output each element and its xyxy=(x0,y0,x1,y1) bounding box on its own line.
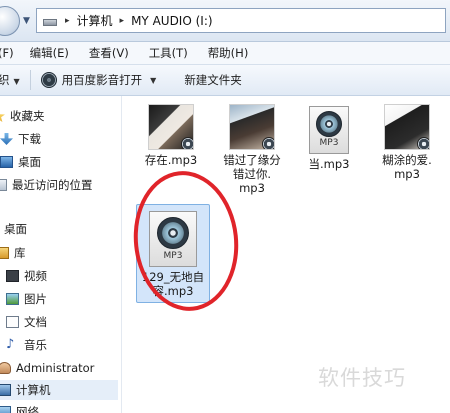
file-item[interactable]: 糊涂的爱. mp3 xyxy=(372,104,442,181)
album-art-thumbnail xyxy=(148,104,194,150)
new-folder-button[interactable]: 新建文件夹 xyxy=(184,72,242,88)
menu-bar: (F) 编辑(E) 查看(V) 工具(T) 帮助(H) xyxy=(0,42,450,64)
network-icon xyxy=(0,406,11,413)
back-button[interactable] xyxy=(0,6,20,36)
recent-places-icon xyxy=(0,179,7,191)
mp3-file-icon: MP3 xyxy=(309,106,349,154)
menu-view[interactable]: 查看(V) xyxy=(89,45,129,61)
watermark: 软件技巧 xyxy=(318,366,406,390)
drive-icon xyxy=(43,19,57,26)
file-name: 当.mp3 xyxy=(308,157,350,171)
file-name-line: 错过了缘分 xyxy=(223,153,281,167)
mp3-file-icon: MP3 xyxy=(149,211,197,267)
breadcrumb-drive[interactable]: MY AUDIO (I:) xyxy=(131,14,212,28)
sidebar-item-documents[interactable]: 文档 xyxy=(6,312,47,332)
album-art-thumbnail xyxy=(229,104,275,150)
media-player-badge-icon xyxy=(181,137,193,149)
file-item[interactable]: 存在.mp3 xyxy=(136,104,206,167)
menu-help[interactable]: 帮助(H) xyxy=(208,45,249,61)
user-icon xyxy=(0,362,11,374)
film-reel-icon xyxy=(157,217,189,249)
menu-edit[interactable]: 编辑(E) xyxy=(30,45,69,61)
file-name-line: mp3 xyxy=(394,167,420,181)
pictures-icon xyxy=(6,293,19,305)
sidebar-item-network[interactable]: 网络 xyxy=(0,402,39,413)
toolbar-divider xyxy=(29,70,31,90)
sidebar-administrator-label: Administrator xyxy=(16,361,95,375)
download-icon xyxy=(0,133,13,145)
mp3-format-label: MP3 xyxy=(163,251,183,261)
sidebar-desktop-fav-label: 桌面 xyxy=(18,155,41,169)
sidebar-item-pictures[interactable]: 图片 xyxy=(6,289,47,309)
organize-label: 织 xyxy=(0,73,10,87)
sidebar-item-videos[interactable]: 视频 xyxy=(6,266,47,286)
video-icon xyxy=(6,270,19,282)
sidebar-favorites-label: 收藏夹 xyxy=(10,109,45,123)
library-icon xyxy=(0,247,9,259)
sidebar-video-label: 视频 xyxy=(24,269,47,283)
file-item-selected[interactable]: MP3 129_无地自 容.mp3 xyxy=(136,204,210,303)
sidebar-network-label: 网络 xyxy=(16,405,39,413)
sidebar-pictures-label: 图片 xyxy=(24,292,47,306)
file-item[interactable]: MP3 当.mp3 xyxy=(294,106,364,171)
sidebar-favorites[interactable]: 收藏夹 xyxy=(0,106,45,126)
file-item[interactable]: 错过了缘分 错过你. mp3 xyxy=(217,104,287,195)
organize-button[interactable]: 织 ▼ xyxy=(0,72,20,88)
open-with-baidu-player-button[interactable]: 用百度影音打开 ▼ xyxy=(40,72,157,88)
chevron-down-icon: ▼ xyxy=(150,75,157,85)
film-reel-icon xyxy=(316,111,342,137)
sidebar-item-computer[interactable]: 计算机 xyxy=(0,380,118,400)
menu-file[interactable]: (F) xyxy=(0,46,14,60)
film-reel-icon xyxy=(40,72,57,88)
computer-icon xyxy=(0,384,11,396)
sidebar-desktop-label: 桌面 xyxy=(4,222,27,236)
media-player-badge-icon xyxy=(262,137,274,149)
sidebar-item-administrator[interactable]: Administrator xyxy=(0,358,94,378)
sidebar-computer-label: 计算机 xyxy=(16,383,51,397)
mp3-format-label: MP3 xyxy=(319,138,339,148)
breadcrumb-separator[interactable]: ▸ xyxy=(120,16,125,26)
media-player-badge-icon xyxy=(417,137,429,149)
file-name: 存在.mp3 xyxy=(144,153,198,167)
album-art-thumbnail xyxy=(384,104,430,150)
file-name-line: 129_无地自 xyxy=(141,270,205,284)
open-with-label: 用百度影音打开 xyxy=(61,73,143,87)
address-bar-row: ▼ ▸ 计算机 ▸ MY AUDIO (I:) xyxy=(0,0,450,42)
breadcrumb-computer[interactable]: 计算机 xyxy=(77,12,113,29)
file-name-line: 容.mp3 xyxy=(152,284,194,298)
chevron-down-icon: ▼ xyxy=(13,77,20,86)
star-icon xyxy=(0,110,5,122)
file-name-line: 糊涂的爱. xyxy=(382,153,432,167)
sidebar-recent-label: 最近访问的位置 xyxy=(12,178,93,192)
sidebar-desktop[interactable]: 桌面 xyxy=(4,219,27,239)
sidebar-item-desktop-favorite[interactable]: 桌面 xyxy=(0,152,41,172)
sidebar-downloads-label: 下载 xyxy=(18,132,41,146)
menu-tools[interactable]: 工具(T) xyxy=(149,45,188,61)
file-name-line: 错过你. xyxy=(232,167,272,181)
sidebar-item-downloads[interactable]: 下载 xyxy=(0,129,41,149)
file-name-line: mp3 xyxy=(239,181,265,195)
recent-pages-dropdown[interactable]: ▼ xyxy=(23,16,30,26)
sidebar-library-label: 库 xyxy=(14,246,26,260)
music-note-icon: ♪ xyxy=(6,337,15,352)
sidebar-item-recent[interactable]: 最近访问的位置 xyxy=(0,175,93,195)
sidebar-item-music[interactable]: ♪ 音乐 xyxy=(6,335,47,355)
documents-icon xyxy=(6,316,19,328)
toolbar: 织 ▼ 用百度影音打开 ▼ 新建文件夹 xyxy=(0,64,450,96)
sidebar-music-label: 音乐 xyxy=(24,338,47,352)
sidebar-libraries[interactable]: 库 xyxy=(0,243,26,263)
sidebar-documents-label: 文档 xyxy=(24,315,47,329)
breadcrumb-separator[interactable]: ▸ xyxy=(65,16,70,26)
desktop-icon xyxy=(0,156,13,168)
navigation-pane: 收藏夹 下载 桌面 最近访问的位置 桌面 库 视频 图片 文档 ♪ 音乐 Adm… xyxy=(0,96,122,413)
address-box[interactable]: ▸ 计算机 ▸ MY AUDIO (I:) xyxy=(36,8,446,33)
